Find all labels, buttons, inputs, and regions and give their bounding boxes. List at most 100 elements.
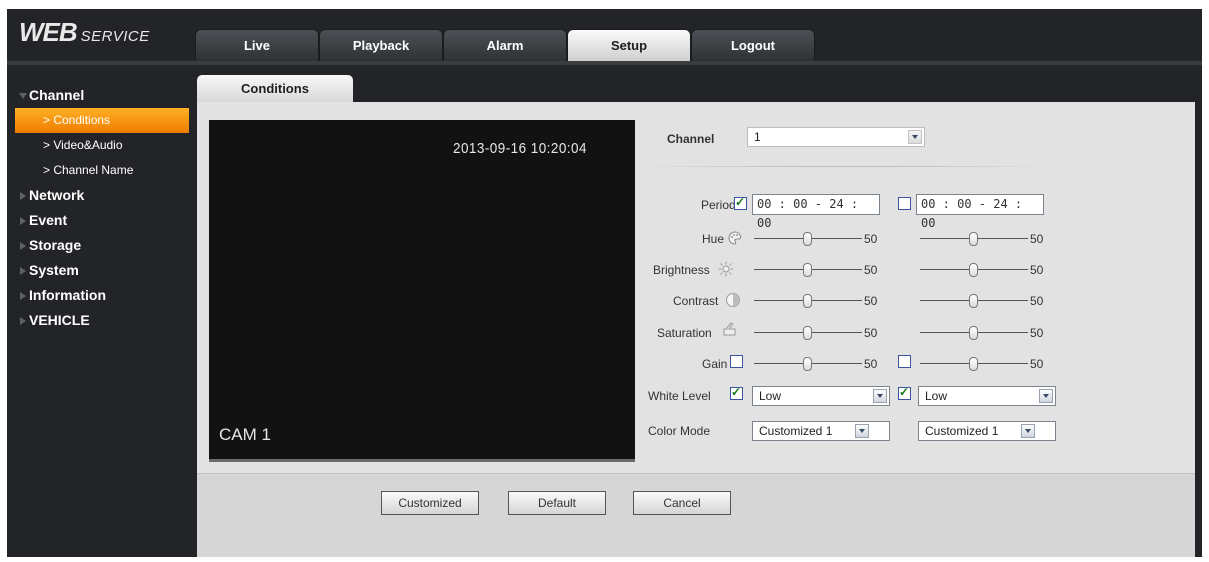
dropdown-arrow-icon xyxy=(908,130,922,144)
saturation-slider-period2[interactable] xyxy=(920,326,1028,340)
white-level-value-period1: Low xyxy=(759,389,782,403)
contrast-slider-period2[interactable] xyxy=(920,294,1028,308)
sidebar-item-channel[interactable]: Channel xyxy=(7,83,197,108)
brightness-icon xyxy=(718,261,734,277)
hue-label: Hue xyxy=(702,232,725,246)
channel-select-value: 1 xyxy=(754,130,761,144)
slider-knob[interactable] xyxy=(803,326,812,340)
sidebar-item-event[interactable]: Event xyxy=(7,208,197,233)
hue-slider-period2[interactable] xyxy=(920,232,1028,246)
dropdown-arrow-icon xyxy=(1021,424,1035,438)
channel-label: Channel xyxy=(667,132,715,146)
sidebar-item-label: VEHICLE xyxy=(29,312,90,328)
tab-live[interactable]: Live xyxy=(195,29,319,61)
cancel-button[interactable]: Cancel xyxy=(633,491,731,515)
brightness-slider-period2[interactable] xyxy=(920,263,1028,277)
period2-time-input[interactable]: 00 : 00 - 24 : 00 xyxy=(916,194,1044,230)
color-mode-value-period1: Customized 1 xyxy=(759,424,833,438)
gain-value-period2: 50 xyxy=(1030,357,1044,371)
saturation-value-period1: 50 xyxy=(864,326,878,340)
hue-slider-period1[interactable] xyxy=(754,232,862,246)
dropdown-arrow-icon xyxy=(855,424,869,438)
white-level-label: White Level xyxy=(648,389,711,403)
default-button[interactable]: Default xyxy=(508,491,606,515)
sidebar-item-vehicle[interactable]: VEHICLE xyxy=(7,308,197,333)
sidebar-item-label: Channel xyxy=(29,87,85,103)
tab-playback[interactable]: Playback xyxy=(319,29,443,61)
gain-checkbox-period2[interactable] xyxy=(898,355,911,368)
hue-value-period1: 50 xyxy=(864,232,878,246)
slider-knob[interactable] xyxy=(803,357,812,371)
sidebar-item-label: Storage xyxy=(29,237,82,253)
saturation-value-period2: 50 xyxy=(1030,326,1044,340)
hue-icon xyxy=(728,231,742,245)
gain-slider-period1[interactable] xyxy=(754,357,862,371)
contrast-slider-period1[interactable] xyxy=(754,294,862,308)
logo: WEB SERVICE xyxy=(19,17,150,48)
period1-time-input[interactable]: 00 : 00 - 24 : 00 xyxy=(752,194,880,230)
slider-knob[interactable] xyxy=(969,357,978,371)
tab-setup[interactable]: Setup xyxy=(567,29,691,61)
sidebar: Channel > Conditions > Video&Audio > Cha… xyxy=(7,75,197,333)
slider-knob[interactable] xyxy=(969,294,978,308)
collapsed-triangle-icon xyxy=(20,242,26,250)
video-preview: 2013-09-16 10:20:04 CAM 1 xyxy=(209,120,635,462)
contrast-value-period2: 50 xyxy=(1030,294,1044,308)
collapsed-triangle-icon xyxy=(20,192,26,200)
sidebar-subitem-conditions[interactable]: > Conditions xyxy=(15,108,189,133)
sidebar-subitem-channel-name[interactable]: > Channel Name xyxy=(15,158,189,183)
contrast-label: Contrast xyxy=(673,294,719,308)
period-label: Period xyxy=(701,198,736,212)
osd-camera-name: CAM 1 xyxy=(219,425,271,444)
customized-button[interactable]: Customized xyxy=(381,491,479,515)
saturation-icon xyxy=(723,322,736,336)
contrast-icon xyxy=(726,293,740,307)
saturation-slider-period1[interactable] xyxy=(754,326,862,340)
white-level-value-period2: Low xyxy=(925,389,948,403)
color-mode-select-period1[interactable]: Customized 1 xyxy=(752,421,890,441)
sidebar-item-storage[interactable]: Storage xyxy=(7,233,197,258)
header-divider xyxy=(7,61,1202,65)
sidebar-item-label: Event xyxy=(29,212,68,228)
tab-alarm[interactable]: Alarm xyxy=(443,29,567,61)
saturation-label: Saturation xyxy=(657,326,712,340)
gain-slider-period2[interactable] xyxy=(920,357,1028,371)
sidebar-item-information[interactable]: Information xyxy=(7,283,197,308)
hue-value-period2: 50 xyxy=(1030,232,1044,246)
white-level-checkbox-period1[interactable] xyxy=(730,385,743,400)
app-window: WEB SERVICE Live Playback Alarm Setup Log… xyxy=(7,9,1202,557)
period2-checkbox[interactable] xyxy=(898,197,911,210)
white-level-select-period2[interactable]: Low xyxy=(918,386,1056,406)
brightness-slider-period1[interactable] xyxy=(754,263,862,277)
slider-knob[interactable] xyxy=(803,263,812,277)
period1-checkbox[interactable] xyxy=(734,195,747,210)
brightness-value-period1: 50 xyxy=(864,263,878,277)
channel-select[interactable]: 1 xyxy=(747,127,925,147)
slider-knob[interactable] xyxy=(803,232,812,246)
dropdown-arrow-icon xyxy=(1039,389,1053,403)
logo-main: WEB xyxy=(19,17,78,47)
osd-timestamp: 2013-09-16 10:20:04 xyxy=(453,140,587,157)
color-mode-select-period2[interactable]: Customized 1 xyxy=(918,421,1056,441)
contrast-value-period1: 50 xyxy=(864,294,878,308)
slider-knob[interactable] xyxy=(969,263,978,277)
color-mode-value-period2: Customized 1 xyxy=(925,424,999,438)
slider-knob[interactable] xyxy=(803,294,812,308)
dropdown-arrow-icon xyxy=(873,389,887,403)
brightness-label: Brightness xyxy=(653,263,710,277)
white-level-checkbox-period2[interactable] xyxy=(898,385,911,400)
gain-checkbox-period1[interactable] xyxy=(730,355,743,368)
white-level-select-period1[interactable]: Low xyxy=(752,386,890,406)
tab-conditions[interactable]: Conditions xyxy=(197,75,353,102)
sidebar-item-system[interactable]: System xyxy=(7,258,197,283)
gain-label: Gain xyxy=(702,357,728,371)
collapsed-triangle-icon xyxy=(20,267,26,275)
sidebar-item-label: System xyxy=(29,262,79,278)
slider-knob[interactable] xyxy=(969,232,978,246)
collapsed-triangle-icon xyxy=(20,217,26,225)
gain-value-period1: 50 xyxy=(864,357,878,371)
tab-logout[interactable]: Logout xyxy=(691,29,815,61)
slider-knob[interactable] xyxy=(969,326,978,340)
sidebar-subitem-video-audio[interactable]: > Video&Audio xyxy=(15,133,189,158)
sidebar-item-network[interactable]: Network xyxy=(7,183,197,208)
